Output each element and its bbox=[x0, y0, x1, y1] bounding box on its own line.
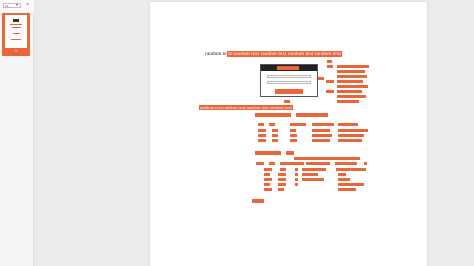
embedded-form-figure bbox=[260, 64, 318, 97]
text-highlight bbox=[335, 162, 357, 165]
text-highlight bbox=[312, 139, 330, 142]
text-highlight bbox=[264, 183, 270, 186]
section-heading: random text random text random text rand… bbox=[199, 105, 293, 110]
text-highlight bbox=[336, 168, 366, 171]
form-field bbox=[267, 75, 311, 78]
text-highlight bbox=[295, 178, 298, 181]
text-highlight bbox=[337, 95, 366, 98]
text-highlight bbox=[302, 173, 318, 176]
text-highlight bbox=[295, 183, 298, 186]
text-highlight bbox=[295, 168, 298, 171]
text-highlight bbox=[264, 178, 272, 181]
text-highlight bbox=[286, 151, 294, 155]
text-highlight bbox=[284, 100, 290, 103]
text-highlight bbox=[280, 168, 286, 171]
text-highlight bbox=[302, 168, 326, 171]
text-highlight bbox=[264, 173, 270, 176]
text-highlight bbox=[278, 188, 284, 191]
document-page: random text random text random text rand… bbox=[150, 2, 427, 266]
text-highlight bbox=[258, 134, 266, 137]
page-title: random text random text random text rand… bbox=[205, 51, 342, 57]
form-header-highlight bbox=[277, 66, 299, 70]
text-highlight bbox=[338, 129, 368, 132]
text-highlight bbox=[337, 85, 368, 88]
text-highlight bbox=[312, 134, 332, 137]
text-highlight bbox=[269, 162, 275, 165]
text-highlight bbox=[312, 129, 330, 132]
text-highlight bbox=[278, 183, 286, 186]
text-highlight bbox=[278, 178, 286, 181]
thumbnail-highlight-line bbox=[10, 24, 22, 25]
text-highlight bbox=[338, 123, 358, 126]
chevron-down-icon[interactable]: ▾ bbox=[16, 2, 18, 7]
thumbnail-sidebar: 1 bbox=[0, 12, 34, 266]
text-highlight bbox=[272, 139, 278, 142]
text-highlight bbox=[294, 157, 360, 160]
text-highlight bbox=[338, 188, 356, 191]
text-highlight bbox=[256, 162, 264, 165]
text-highlight bbox=[272, 129, 278, 132]
text-highlight bbox=[318, 77, 324, 80]
text-highlight bbox=[306, 162, 330, 165]
thumbnail-highlight-line bbox=[12, 27, 21, 28]
text-highlight bbox=[278, 173, 286, 176]
thumbnail-highlight-line bbox=[13, 33, 20, 34]
text-highlight bbox=[337, 70, 365, 73]
text-highlight bbox=[258, 129, 266, 132]
zoom-select[interactable]: Fit... bbox=[3, 3, 21, 8]
form-button-highlight bbox=[275, 89, 303, 94]
text-highlight bbox=[337, 100, 359, 103]
page-thumbnail-1[interactable]: 1 bbox=[2, 13, 30, 56]
text-highlight bbox=[337, 80, 363, 83]
text-highlight bbox=[290, 134, 297, 137]
text-highlight bbox=[337, 90, 362, 93]
text-highlight bbox=[255, 151, 281, 155]
text-highlight bbox=[337, 75, 367, 78]
document-canvas[interactable]: random text random text random text rand… bbox=[34, 0, 474, 266]
text-highlight bbox=[264, 168, 272, 171]
text-highlight bbox=[290, 139, 297, 142]
text-highlight bbox=[264, 188, 272, 191]
thumbnail-heading-mark bbox=[13, 19, 19, 22]
title-highlighted-text: xt random text random text random text r… bbox=[226, 51, 342, 57]
thumbnail-highlight-line bbox=[11, 39, 21, 40]
text-highlight bbox=[326, 90, 334, 93]
text-highlight bbox=[295, 173, 298, 176]
text-highlight bbox=[258, 139, 266, 142]
text-highlight bbox=[302, 178, 324, 181]
page-number-label: 1 bbox=[14, 48, 18, 53]
text-highlight bbox=[280, 162, 304, 165]
text-highlight bbox=[296, 113, 328, 117]
text-highlight bbox=[290, 123, 306, 126]
text-highlight bbox=[327, 60, 332, 63]
text-highlight bbox=[338, 173, 346, 176]
text-highlight bbox=[272, 134, 278, 137]
text-highlight bbox=[312, 123, 334, 126]
form-field bbox=[267, 81, 311, 84]
thumbnail-preview bbox=[5, 15, 27, 48]
form-header-bar bbox=[261, 65, 317, 71]
text-highlight bbox=[327, 65, 333, 68]
text-highlight bbox=[326, 80, 334, 83]
text-highlight bbox=[338, 178, 350, 181]
text-highlight bbox=[255, 113, 291, 117]
text-highlight bbox=[364, 162, 367, 165]
text-highlight bbox=[290, 129, 296, 132]
text-highlight bbox=[258, 123, 264, 126]
text-highlight bbox=[252, 199, 264, 203]
text-highlight bbox=[338, 139, 362, 142]
text-highlight bbox=[338, 134, 364, 137]
close-icon[interactable]: × bbox=[26, 2, 29, 8]
text-highlight bbox=[337, 65, 369, 68]
text-highlight bbox=[338, 183, 364, 186]
title-plain-text: random te bbox=[205, 51, 227, 57]
text-highlight bbox=[269, 123, 275, 126]
